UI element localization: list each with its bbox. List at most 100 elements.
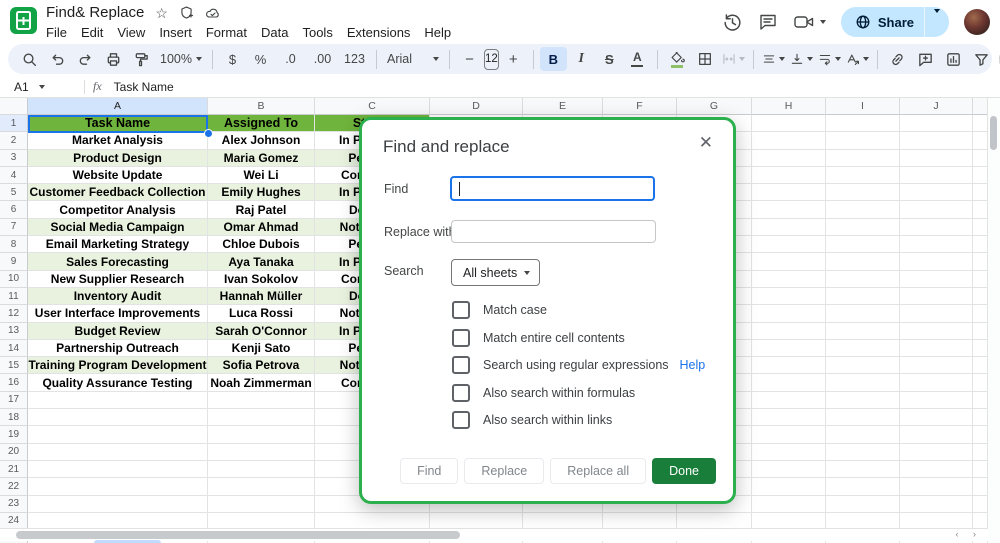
row-header-21[interactable]: 21 (0, 461, 28, 478)
checkbox-unchecked[interactable] (452, 356, 470, 374)
cell[interactable] (900, 253, 973, 270)
cell[interactable] (900, 288, 973, 305)
document-status-cloud-icon[interactable] (205, 6, 221, 20)
cell[interactable] (208, 409, 315, 426)
cell[interactable]: Customer Feedback Collection (28, 184, 208, 201)
row-header-11[interactable]: 11 (0, 288, 28, 305)
cell[interactable]: User Interface Improvements (28, 305, 208, 322)
cell[interactable] (826, 392, 900, 409)
row-header-20[interactable]: 20 (0, 444, 28, 461)
cell[interactable] (826, 288, 900, 305)
row-header-18[interactable]: 18 (0, 409, 28, 426)
cell[interactable] (752, 271, 826, 288)
cell[interactable] (973, 426, 988, 443)
cell[interactable] (752, 323, 826, 340)
cell[interactable] (28, 478, 208, 495)
fill-color-button[interactable] (664, 47, 691, 71)
cell[interactable]: Wei Li (208, 167, 315, 184)
cell[interactable] (973, 340, 988, 357)
cell[interactable] (752, 288, 826, 305)
cell[interactable] (826, 444, 900, 461)
row-header-1[interactable]: 1 (0, 115, 28, 132)
menu-data[interactable]: Data (254, 24, 295, 41)
cell[interactable]: Sales Forecasting (28, 253, 208, 270)
decrease-font-size-button[interactable]: − (456, 47, 483, 71)
bold-button[interactable]: B (540, 47, 567, 71)
cell[interactable] (900, 409, 973, 426)
cell[interactable] (28, 461, 208, 478)
cell[interactable]: Maria Gomez (208, 150, 315, 167)
cell[interactable]: Hannah Müller (208, 288, 315, 305)
text-color-button[interactable]: A (624, 47, 651, 71)
cell[interactable] (826, 478, 900, 495)
zoom-control[interactable]: 100% (156, 52, 206, 66)
cell[interactable] (826, 357, 900, 374)
cell[interactable] (752, 236, 826, 253)
cell[interactable] (973, 253, 988, 270)
cell[interactable] (826, 115, 900, 132)
cell[interactable] (208, 426, 315, 443)
cell[interactable] (973, 323, 988, 340)
italic-button[interactable]: I (568, 47, 595, 71)
cell[interactable]: Task Name (28, 115, 208, 132)
cell[interactable] (900, 184, 973, 201)
row-header-5[interactable]: 5 (0, 184, 28, 201)
row-header-7[interactable]: 7 (0, 219, 28, 236)
cell[interactable] (900, 496, 973, 513)
cell[interactable] (752, 444, 826, 461)
cell[interactable] (973, 201, 988, 218)
cell[interactable] (973, 236, 988, 253)
replace-input[interactable] (451, 220, 656, 243)
cell[interactable] (752, 115, 826, 132)
cell[interactable] (900, 461, 973, 478)
search-scope-select[interactable]: All sheets (451, 259, 540, 286)
done-button[interactable]: Done (652, 458, 716, 484)
cell[interactable] (752, 184, 826, 201)
cell[interactable] (28, 409, 208, 426)
row-header-6[interactable]: 6 (0, 201, 28, 218)
close-icon[interactable]: ✕ (699, 134, 713, 151)
cell[interactable]: Chloe Dubois (208, 236, 315, 253)
row-header-19[interactable]: 19 (0, 426, 28, 443)
cell[interactable] (900, 201, 973, 218)
cell[interactable] (826, 236, 900, 253)
cell[interactable] (900, 374, 973, 391)
insert-chart-button[interactable] (940, 47, 967, 71)
cell[interactable]: Assigned To (208, 115, 315, 132)
text-rotation-button[interactable] (844, 47, 871, 71)
column-header-C[interactable]: C (315, 98, 430, 115)
cell[interactable] (208, 392, 315, 409)
cell[interactable] (973, 305, 988, 322)
cell[interactable] (973, 357, 988, 374)
vertical-scrollbar-thumb[interactable] (990, 116, 997, 150)
cell[interactable] (973, 219, 988, 236)
vertical-align-button[interactable] (788, 47, 815, 71)
column-header-I[interactable]: I (826, 98, 900, 115)
cell[interactable]: Quality Assurance Testing (28, 374, 208, 391)
column-header-H[interactable]: H (752, 98, 826, 115)
find-button[interactable]: Find (400, 458, 458, 484)
column-header-D[interactable]: D (430, 98, 523, 115)
cell[interactable]: Luca Rossi (208, 305, 315, 322)
cell[interactable]: New Supplier Research (28, 271, 208, 288)
strikethrough-button[interactable]: S (596, 47, 623, 71)
cell[interactable] (752, 167, 826, 184)
cell[interactable] (752, 150, 826, 167)
cell[interactable] (752, 340, 826, 357)
row-header-9[interactable]: 9 (0, 253, 28, 270)
cell[interactable] (900, 426, 973, 443)
cell[interactable] (752, 461, 826, 478)
create-filter-button[interactable] (968, 47, 995, 71)
cell[interactable] (973, 115, 988, 132)
replace-all-button[interactable]: Replace all (550, 458, 646, 484)
cell[interactable] (826, 150, 900, 167)
cell[interactable] (752, 253, 826, 270)
insert-link-button[interactable] (884, 47, 911, 71)
cell[interactable] (900, 271, 973, 288)
cell[interactable] (826, 167, 900, 184)
borders-button[interactable] (692, 47, 719, 71)
paint-format-button[interactable] (128, 47, 155, 71)
format-percent-button[interactable]: % (247, 47, 274, 71)
menu-tools[interactable]: Tools (295, 24, 339, 41)
cell[interactable] (973, 496, 988, 513)
